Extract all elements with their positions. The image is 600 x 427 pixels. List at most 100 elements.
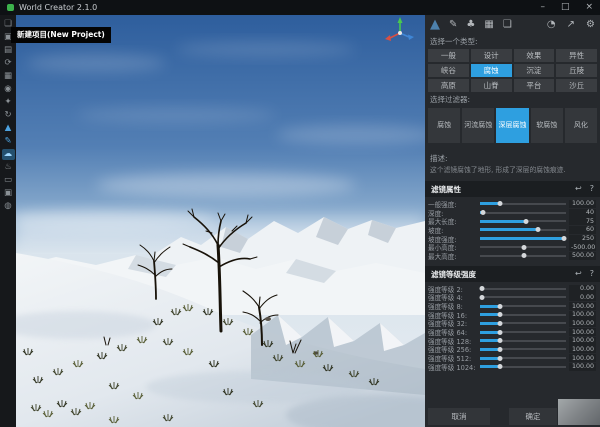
vegetation-icon[interactable]: ♣: [466, 19, 475, 31]
slider-knob[interactable]: [562, 236, 567, 241]
type-button[interactable]: 山脊: [471, 79, 512, 92]
slider-knob[interactable]: [536, 227, 541, 232]
terrain-icon[interactable]: ▲: [430, 19, 440, 31]
slider-track[interactable]: [480, 357, 566, 359]
slider-track[interactable]: [480, 212, 566, 214]
slider-track[interactable]: [480, 314, 566, 316]
slider-track[interactable]: [480, 331, 566, 333]
type-button[interactable]: 沉淀: [514, 64, 555, 77]
thermal-icon[interactable]: ♨: [2, 162, 15, 173]
slider-value[interactable]: 100.00: [569, 328, 596, 336]
type-button[interactable]: 峡谷: [428, 64, 469, 77]
ok-button[interactable]: 确定: [509, 408, 557, 425]
slider-track[interactable]: [480, 288, 566, 290]
slider-value[interactable]: 250: [569, 235, 596, 243]
camera-icon[interactable]: ◉: [2, 84, 15, 95]
slider-value[interactable]: 100.00: [569, 200, 596, 208]
maximize-button[interactable]: □: [561, 3, 570, 12]
type-button[interactable]: 效果: [514, 49, 555, 62]
slider-value[interactable]: 100.00: [569, 311, 596, 319]
slider-knob[interactable]: [479, 295, 484, 300]
type-button[interactable]: 一般: [428, 49, 469, 62]
slider-track[interactable]: [480, 322, 566, 324]
viewport[interactable]: [16, 15, 425, 427]
filter-button[interactable]: 软腐蚀: [531, 108, 563, 143]
slider-knob[interactable]: [497, 304, 502, 309]
settings-icon[interactable]: ⚙: [586, 19, 595, 31]
slider-track[interactable]: [480, 220, 566, 222]
slider-value[interactable]: 75: [569, 217, 596, 225]
slider-value[interactable]: 60: [569, 226, 596, 234]
frame-icon[interactable]: ▭: [2, 175, 15, 186]
slider-value[interactable]: 0.00: [569, 285, 596, 293]
export-icon[interactable]: ↗: [567, 19, 575, 31]
reset-view-icon[interactable]: ↻: [2, 110, 15, 121]
globe-icon[interactable]: ◍: [2, 201, 15, 212]
slider-track[interactable]: [480, 238, 566, 240]
filter-button[interactable]: 河流腐蚀: [462, 108, 494, 143]
minimize-button[interactable]: –: [540, 3, 545, 12]
help-icon[interactable]: ?: [590, 270, 594, 278]
slider-track[interactable]: [480, 229, 566, 231]
slider-value[interactable]: 40: [569, 209, 596, 217]
slider-knob[interactable]: [497, 321, 502, 326]
layers-icon[interactable]: ❏: [503, 19, 512, 31]
slider-knob[interactable]: [480, 210, 485, 215]
type-button[interactable]: 腐蚀: [471, 64, 512, 77]
slider-value[interactable]: 100.00: [569, 337, 596, 345]
type-button[interactable]: 沙丘: [556, 79, 597, 92]
slider-knob[interactable]: [521, 253, 526, 258]
slider-value[interactable]: 500.00: [569, 252, 596, 260]
slider-value[interactable]: 0.00: [569, 293, 596, 301]
type-button[interactable]: 高原: [428, 79, 469, 92]
viewport-3d-scene[interactable]: [16, 15, 425, 427]
slider-value[interactable]: 100.00: [569, 302, 596, 310]
filter-button[interactable]: 腐蚀: [428, 108, 460, 143]
sculpt-mode-icon[interactable]: ✎: [2, 136, 15, 147]
texture-map-icon[interactable]: ▦: [484, 19, 493, 31]
type-button[interactable]: 异性: [556, 49, 597, 62]
undo-icon[interactable]: ↩: [575, 270, 582, 278]
cancel-button[interactable]: 取消: [428, 408, 490, 425]
slider-value[interactable]: 100.00: [569, 319, 596, 327]
slider-track[interactable]: [480, 246, 566, 248]
sync-icon[interactable]: ⟳: [2, 58, 15, 69]
help-icon[interactable]: ?: [590, 185, 594, 193]
slider-track[interactable]: [480, 305, 566, 307]
filter-button[interactable]: 深层腐蚀: [496, 108, 528, 143]
cloud-mode-icon[interactable]: ☁: [2, 149, 15, 160]
slider-knob[interactable]: [497, 356, 502, 361]
slider-track[interactable]: [480, 296, 566, 298]
slider-knob[interactable]: [521, 245, 526, 250]
filters-icon[interactable]: ✎: [449, 19, 457, 31]
slider-knob[interactable]: [497, 347, 502, 352]
slider-track[interactable]: [480, 203, 566, 205]
screenshot-icon[interactable]: ▣: [2, 188, 15, 199]
slider-knob[interactable]: [497, 364, 502, 369]
slider-value[interactable]: 100.00: [569, 345, 596, 353]
type-button[interactable]: 设计: [471, 49, 512, 62]
slider-track[interactable]: [480, 340, 566, 342]
type-button[interactable]: 丘陵: [556, 64, 597, 77]
slider-value[interactable]: 100.00: [569, 354, 596, 362]
terrain-mode-icon[interactable]: ▲: [2, 123, 15, 134]
slider-knob[interactable]: [479, 286, 484, 291]
slider-value[interactable]: 100.00: [569, 363, 596, 371]
slider-knob[interactable]: [497, 330, 502, 335]
slider-knob[interactable]: [524, 219, 529, 224]
render-icon[interactable]: ◔: [547, 19, 556, 31]
slider-knob[interactable]: [497, 338, 502, 343]
save-project-icon[interactable]: ▤: [2, 45, 15, 56]
slider-track[interactable]: [480, 348, 566, 350]
slider-track[interactable]: [480, 366, 566, 368]
undo-icon[interactable]: ↩: [575, 185, 582, 193]
import-heightmap-icon[interactable]: ▦: [2, 71, 15, 82]
tools-icon[interactable]: ✦: [2, 97, 15, 108]
slider-knob[interactable]: [497, 201, 502, 206]
type-button[interactable]: 平台: [514, 79, 555, 92]
slider-track[interactable]: [480, 255, 566, 257]
slider-value[interactable]: -500.00: [569, 243, 596, 251]
filter-button[interactable]: 风化: [565, 108, 597, 143]
close-button[interactable]: ×: [585, 3, 593, 12]
slider-knob[interactable]: [497, 312, 502, 317]
